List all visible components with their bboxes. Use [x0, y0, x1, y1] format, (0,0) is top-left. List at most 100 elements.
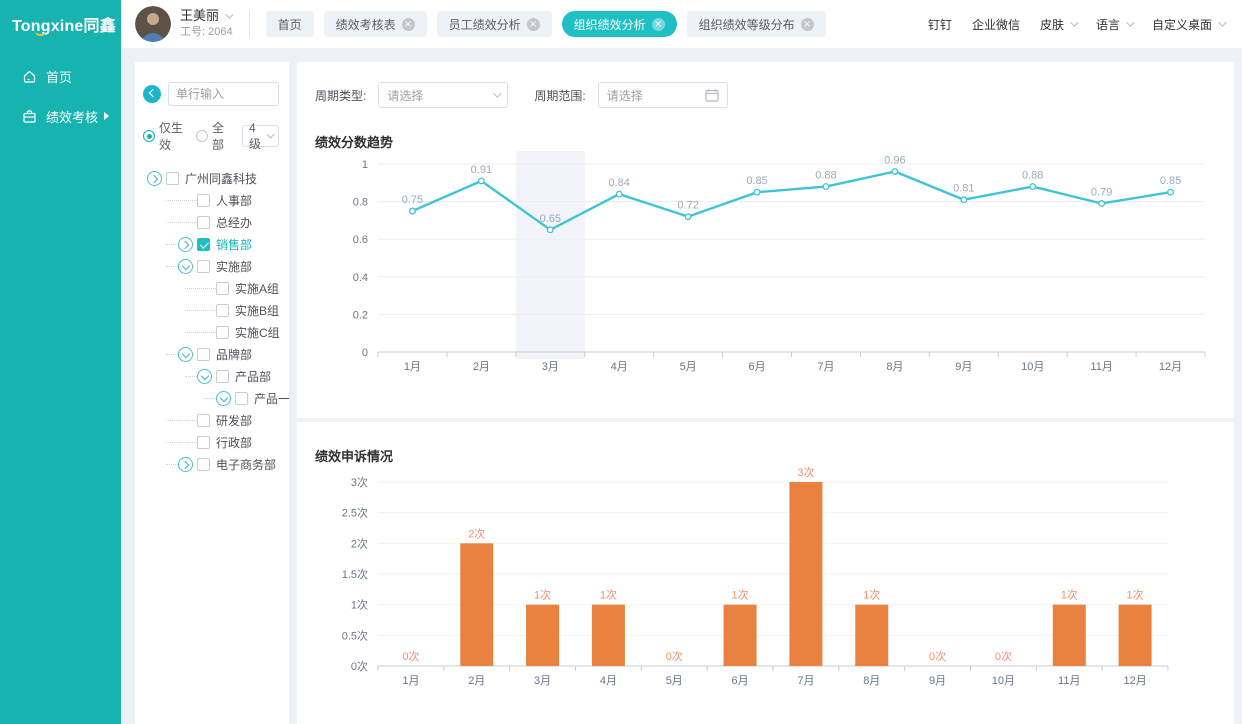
collapse-node-icon[interactable]	[216, 391, 231, 406]
tree-checkbox[interactable]	[216, 304, 229, 317]
collapse-node-icon[interactable]	[197, 369, 212, 384]
tree-item-6[interactable]: 实施B组	[143, 299, 279, 321]
period-type-select[interactable]: 请选择	[378, 82, 508, 108]
expand-node-icon[interactable]	[178, 457, 193, 472]
period-type-value: 请选择	[387, 87, 423, 104]
tree-item-0[interactable]: 广州同鑫科技	[143, 167, 279, 189]
dingtalk-link-label: 钉钉	[928, 16, 952, 33]
tree-connector	[185, 332, 216, 333]
tree-item-13[interactable]: 电子商务部	[143, 453, 279, 475]
svg-text:0.75: 0.75	[402, 194, 423, 206]
svg-text:12月: 12月	[1123, 675, 1146, 687]
language-menu-label: 语言	[1096, 16, 1120, 33]
level-select-value: 4级	[249, 121, 262, 152]
svg-text:7月: 7月	[797, 675, 814, 687]
tree-connector	[166, 464, 178, 465]
workspace-tab-1[interactable]: 绩效考核表×	[324, 11, 427, 37]
period-range-picker[interactable]: 请选择	[598, 82, 728, 108]
tree-item-label: 电子商务部	[216, 456, 276, 473]
tree-item-8[interactable]: 品牌部	[143, 343, 279, 365]
tree-checkbox[interactable]	[197, 260, 210, 273]
tree-item-4[interactable]: 实施部	[143, 255, 279, 277]
svg-text:1月: 1月	[404, 361, 421, 373]
close-icon[interactable]: ×	[801, 18, 814, 31]
tree-checkbox[interactable]	[166, 172, 179, 185]
chevron-down-icon[interactable]	[225, 10, 233, 18]
svg-text:2月: 2月	[468, 675, 485, 687]
tree-item-7[interactable]: 实施C组	[143, 321, 279, 343]
org-search-input[interactable]	[168, 82, 279, 106]
wecom-link[interactable]: 企业微信	[972, 16, 1020, 33]
svg-text:2次: 2次	[468, 526, 485, 540]
tree-checkbox[interactable]	[235, 392, 248, 405]
svg-text:6月: 6月	[732, 675, 749, 687]
tree-item-3[interactable]: 销售部	[143, 233, 279, 255]
close-icon[interactable]: ×	[402, 18, 415, 31]
sidebar-item-performance[interactable]: 绩效考核	[0, 96, 121, 136]
svg-text:1次: 1次	[351, 598, 368, 612]
svg-text:1.5次: 1.5次	[342, 567, 368, 581]
appeal-title: 绩效申诉情况	[297, 422, 1234, 465]
radio-0[interactable]	[143, 130, 155, 142]
svg-text:5月: 5月	[666, 675, 683, 687]
tree-item-10[interactable]: 产品一组	[143, 387, 279, 409]
sidebar-item-home[interactable]: 首页	[0, 56, 121, 96]
svg-text:1次: 1次	[1127, 588, 1144, 602]
svg-text:0次: 0次	[995, 649, 1012, 663]
sidebar-item-performance-label: 绩效考核	[46, 107, 98, 126]
tree-item-9[interactable]: 产品部	[143, 365, 279, 387]
tree-checkbox[interactable]	[197, 216, 210, 229]
workspace-tab-4[interactable]: 组织绩效等级分布×	[687, 11, 826, 37]
svg-text:10月: 10月	[992, 675, 1015, 687]
period-range-label: 周期范围:	[534, 87, 585, 104]
score-trend-title: 绩效分数趋势	[297, 108, 1234, 151]
tree-checkbox[interactable]	[197, 238, 210, 251]
sidebar-nav: 首页绩效考核	[0, 56, 121, 136]
tree-item-12[interactable]: 行政部	[143, 431, 279, 453]
collapse-node-icon[interactable]	[178, 347, 193, 362]
svg-text:0.85: 0.85	[1160, 175, 1181, 187]
workspace-tab-2[interactable]: 员工绩效分析×	[437, 11, 552, 37]
wecom-link-label: 企业微信	[972, 16, 1020, 33]
tree-checkbox[interactable]	[197, 194, 210, 207]
tree-checkbox[interactable]	[216, 282, 229, 295]
tree-checkbox[interactable]	[197, 436, 210, 449]
workspace-tab-3[interactable]: 组织绩效分析×	[562, 11, 677, 37]
svg-text:2月: 2月	[473, 361, 490, 373]
svg-text:2次: 2次	[351, 536, 368, 550]
tree-connector	[166, 354, 178, 355]
language-menu[interactable]: 语言	[1096, 16, 1132, 33]
svg-text:1次: 1次	[1061, 588, 1078, 602]
level-select[interactable]: 4级	[242, 125, 279, 147]
svg-text:0.85: 0.85	[746, 175, 767, 187]
user-block[interactable]: 王美丽 工号: 2064	[121, 6, 233, 42]
expand-node-icon[interactable]	[178, 237, 193, 252]
app-logo[interactable]: Tongxine同鑫	[0, 0, 121, 48]
tree-checkbox[interactable]	[197, 458, 210, 471]
tree-item-5[interactable]: 实施A组	[143, 277, 279, 299]
expand-node-icon[interactable]	[147, 171, 162, 186]
collapse-panel-button[interactable]	[143, 85, 161, 103]
radio-1[interactable]	[196, 130, 208, 142]
dingtalk-link[interactable]: 钉钉	[928, 16, 952, 33]
svg-text:1次: 1次	[534, 588, 551, 602]
tree-item-2[interactable]: 总经办	[143, 211, 279, 233]
custom-desktop-menu[interactable]: 自定义桌面	[1152, 16, 1224, 33]
tree-checkbox[interactable]	[216, 326, 229, 339]
score-trend-line-chart: 00.20.40.60.811月2月3月4月5月6月7月8月9月10月11月12…	[315, 151, 1215, 391]
tree-item-11[interactable]: 研发部	[143, 409, 279, 431]
close-icon[interactable]: ×	[652, 18, 665, 31]
score-trend-card: 周期类型: 请选择 周期范围: 请选择 绩效分数趋势 00.20.40.60.8…	[297, 62, 1234, 418]
skin-menu-label: 皮肤	[1040, 16, 1064, 33]
tree-item-1[interactable]: 人事部	[143, 189, 279, 211]
workspace-tab-0[interactable]: 首页	[266, 11, 314, 37]
skin-menu[interactable]: 皮肤	[1040, 16, 1076, 33]
svg-text:0次: 0次	[666, 649, 683, 663]
collapse-node-icon[interactable]	[178, 259, 193, 274]
svg-text:12月: 12月	[1159, 361, 1182, 373]
svg-text:1次: 1次	[732, 588, 749, 602]
close-icon[interactable]: ×	[527, 18, 540, 31]
tree-checkbox[interactable]	[197, 348, 210, 361]
tree-checkbox[interactable]	[197, 414, 210, 427]
tree-checkbox[interactable]	[216, 370, 229, 383]
